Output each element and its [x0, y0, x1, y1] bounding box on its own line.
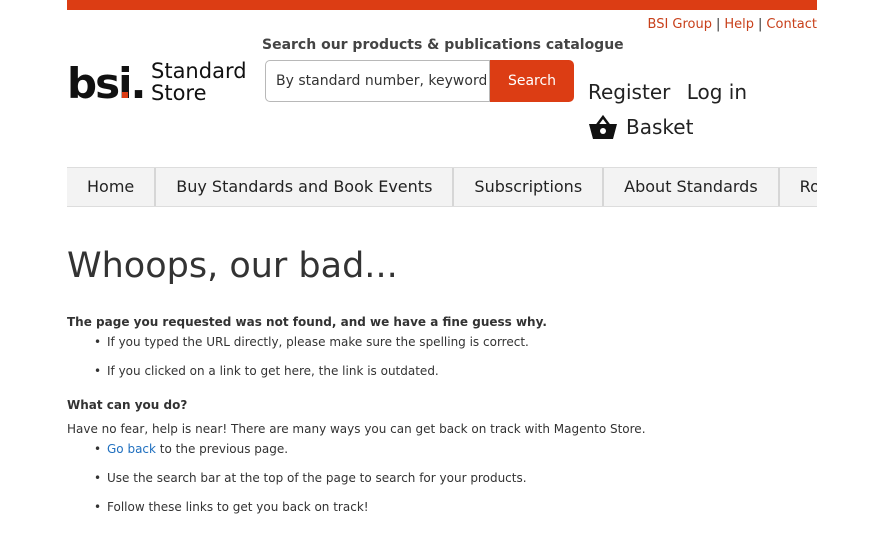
search-box	[265, 60, 490, 102]
search-label: Search our products & publications catal…	[262, 37, 624, 53]
list-item: If you typed the URL directly, please ma…	[94, 335, 817, 349]
bsi-standards-store-logo[interactable]: bsi. Standards Store	[67, 58, 247, 104]
nav-home[interactable]: Home	[67, 168, 157, 206]
logo-dot	[122, 92, 128, 98]
list-item: If you clicked on a link to get here, th…	[94, 364, 817, 378]
bsi-group-link[interactable]: BSI Group	[648, 17, 713, 32]
login-link[interactable]: Log in	[687, 80, 747, 104]
reasons-list: If you typed the URL directly, please ma…	[67, 335, 817, 378]
logo-mark: bsi.	[67, 59, 144, 104]
go-back-text: to the previous page.	[155, 442, 289, 456]
basket-label: Basket	[626, 115, 694, 139]
list-item: Follow these links to get you back on tr…	[94, 500, 817, 514]
account-links: Register Log in	[588, 80, 757, 104]
help-text: Have no fear, help is near! There are ma…	[67, 422, 646, 436]
main-navigation: Home Buy Standards and Book Events Subsc…	[67, 167, 817, 207]
utility-links: BSI Group | Help | Contact	[648, 17, 818, 32]
top-accent-bar	[67, 0, 817, 10]
help-link[interactable]: Help	[724, 17, 754, 32]
what-heading: What can you do?	[67, 398, 188, 412]
nav-subscriptions[interactable]: Subscriptions	[454, 168, 605, 206]
basket-link[interactable]: Basket	[588, 114, 693, 140]
separator: |	[716, 17, 721, 32]
nav-buy-standards[interactable]: Buy Standards and Book Events	[156, 168, 455, 206]
search-input[interactable]	[266, 61, 486, 101]
list-item: Use the search bar at the top of the pag…	[94, 471, 817, 485]
list-item: Go back to the previous page.	[94, 442, 817, 456]
contact-link[interactable]: Contact	[766, 17, 817, 32]
separator: |	[758, 17, 763, 32]
search-button[interactable]: Search	[490, 60, 574, 102]
logo-line2: Store	[151, 81, 207, 104]
intro-text: The page you requested was not found, an…	[67, 315, 547, 329]
logo-line1: Standards	[151, 59, 247, 83]
nav-about-standards[interactable]: About Standards	[604, 168, 780, 206]
options-list: Go back to the previous page. Use the se…	[67, 442, 817, 514]
basket-icon	[589, 114, 617, 139]
register-link[interactable]: Register	[588, 80, 670, 104]
page-title: Whoops, our bad...	[67, 246, 398, 286]
nav-role-of-bsi[interactable]: Role of BSI	[779, 168, 817, 206]
page-content: The page you requested was not found, an…	[67, 315, 817, 529]
go-back-link[interactable]: Go back	[107, 442, 156, 456]
